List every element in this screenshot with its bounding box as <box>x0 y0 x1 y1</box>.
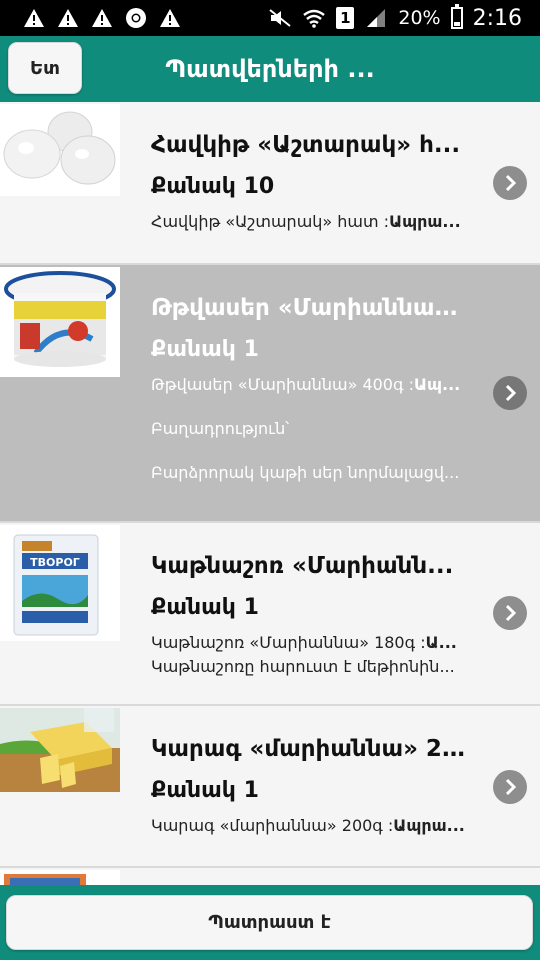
page-title: Պատվերների ... <box>165 55 375 83</box>
list-item[interactable]: ТВОРОГ Կաթնաշոռ «Մարիանն... Քանակ 1 Կաթն… <box>0 523 540 706</box>
item-quantity: Քանակ 1 <box>151 778 259 803</box>
footer-bar: Պատրաստ է <box>0 885 540 960</box>
item-description: Կարագ «մարիաննա» 200գ :Ապրա... <box>151 816 465 835</box>
product-image <box>0 870 120 885</box>
order-list[interactable]: Հավկիթ «Աշտարակ» հ... Քանակ 10 Հավկիթ «Ա… <box>0 102 540 885</box>
item-description: Թթվասեր «Մարիաննա» 400գ :Ապ... <box>151 375 461 394</box>
item-description: Կաթնաշոռ «Մարիաննա» 180գ :Ա... <box>151 633 457 652</box>
item-description-line: Կաթնաշոռը հարուստ է մեթիոնին... <box>151 657 455 676</box>
chevron-right-icon[interactable] <box>493 770 527 804</box>
item-title: Կաթնաշոռ «Մարիանն... <box>151 553 454 579</box>
item-title: Թթվասեր «Մարիաննա»... <box>151 295 470 321</box>
list-item[interactable]: Կարագ «մարիաննա» 20... Քանակ 1 Կարագ «մա… <box>0 706 540 868</box>
list-item[interactable]: Հավկիթ «Աշտարակ» հ... Քանակ 10 Հավկիթ «Ա… <box>0 102 540 265</box>
back-button[interactable]: Ետ <box>8 42 82 94</box>
warning-icon <box>158 6 182 30</box>
sim-slot-badge: 1 <box>336 7 355 29</box>
item-description: Հավկիթ «Աշտարակ» հատ :Ապրա... <box>151 212 461 231</box>
mute-icon <box>268 6 292 30</box>
item-quantity: Քանակ 1 <box>151 337 259 362</box>
warning-icon <box>90 6 114 30</box>
item-description-line: Բարձրորակ կաթի սեր նորմալացվ... <box>151 463 460 482</box>
wifi-icon <box>302 6 326 30</box>
app-header: Ետ Պատվերների ... <box>0 36 540 102</box>
signal-icon <box>364 6 388 30</box>
chevron-right-icon[interactable] <box>493 166 527 200</box>
item-title: Կարագ «մարիաննա» 20... <box>151 736 470 762</box>
list-item[interactable]: Թթվասեր «Մարիաննա»... Քանակ 1 Թթվասեր «Մ… <box>0 265 540 523</box>
product-image-butter <box>0 708 120 792</box>
warning-icon <box>22 6 46 30</box>
chevron-right-icon[interactable] <box>493 376 527 410</box>
battery-icon <box>450 4 463 29</box>
item-quantity: Քանակ 1 <box>151 595 259 620</box>
done-button[interactable]: Պատրաստ է <box>6 895 533 950</box>
status-bar: 1 20% 2:16 <box>0 0 540 36</box>
product-image-eggs <box>0 104 120 196</box>
chevron-right-icon[interactable] <box>493 596 527 630</box>
clock: 2:16 <box>472 5 522 31</box>
product-image-sour-cream <box>0 267 120 377</box>
svg-text:ТВОРОГ: ТВОРОГ <box>30 556 80 569</box>
chrome-icon <box>124 6 148 30</box>
item-title: Հավկիթ «Աշտարակ» հ... <box>151 132 461 158</box>
item-description-line: Բաղադրություն՝ <box>151 419 290 438</box>
product-image-cottage-cheese: ТВОРОГ <box>0 525 120 641</box>
warning-icon <box>56 6 80 30</box>
item-quantity: Քանակ 10 <box>151 174 275 199</box>
battery-percent: 20% <box>398 7 441 29</box>
list-item[interactable] <box>0 868 540 885</box>
